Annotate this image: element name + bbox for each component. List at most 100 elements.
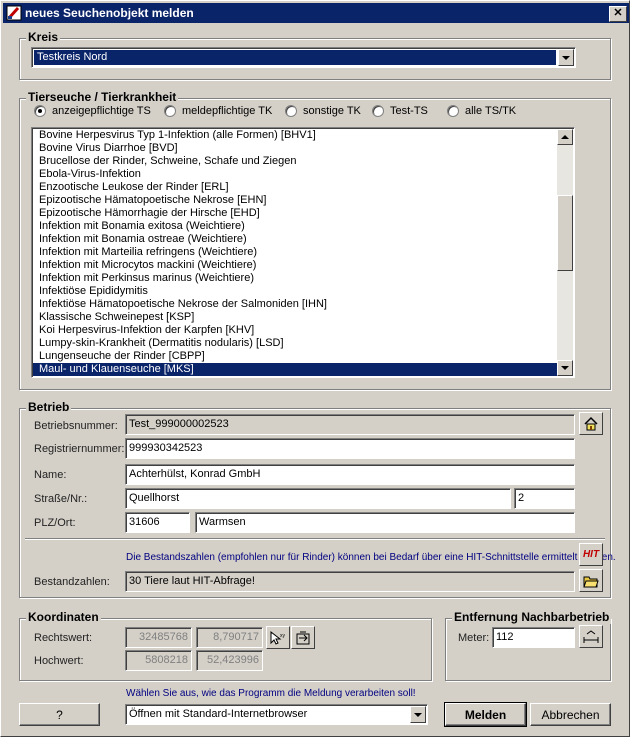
- list-item[interactable]: Infektiöse Epididymitis: [33, 285, 557, 298]
- list-item[interactable]: Maul- und Klauenseuche [MKS]: [33, 363, 557, 376]
- rechtswert-geo-field[interactable]: 8,790717: [196, 627, 263, 648]
- rechtswert-label: Rechtswert:: [34, 632, 93, 644]
- convert-coordinates-button[interactable]: [291, 626, 315, 649]
- app-icon: [6, 5, 22, 21]
- radio-button[interactable]: [372, 105, 384, 117]
- chevron-down-icon: [414, 712, 422, 717]
- radio-label: sonstige TK: [303, 105, 361, 117]
- list-item[interactable]: Infektiöse Hämatopoetische Nekrose der S…: [33, 298, 557, 311]
- meter-label: Meter:: [458, 632, 490, 644]
- measure-distance-button[interactable]: [579, 625, 603, 648]
- name-field[interactable]: Achterhülst, Konrad GmbH: [125, 464, 575, 485]
- radio-button[interactable]: [34, 105, 46, 117]
- abbrechen-button[interactable]: Abbrechen: [530, 703, 611, 726]
- open-folder-button[interactable]: [579, 569, 603, 592]
- house-icon: [584, 416, 598, 430]
- name-label: Name:: [34, 469, 67, 481]
- tierseuche-group-label: Tierseuche / Tierkrankheit: [26, 90, 179, 104]
- window-title: neues Seuchenobjekt melden: [25, 6, 194, 20]
- plzort-label: PLZ/Ort:: [34, 517, 76, 529]
- scroll-down-button[interactable]: [557, 360, 573, 376]
- radio-label: alle TS/TK: [465, 105, 517, 117]
- radio-button[interactable]: [164, 105, 176, 117]
- svg-text:xy: xy: [280, 633, 286, 639]
- title-bar: neues Seuchenobjekt melden ✕: [3, 3, 629, 23]
- strasse-field[interactable]: Quellhorst: [125, 488, 511, 509]
- radio-button[interactable]: [285, 105, 297, 117]
- list-item[interactable]: Brucellose der Rinder, Schweine, Schafe …: [33, 155, 557, 168]
- radio-label: Test-TS: [390, 105, 428, 117]
- disease-list-scrollbar[interactable]: [557, 129, 573, 376]
- close-button[interactable]: ✕: [609, 6, 627, 22]
- hausnummer-field[interactable]: 2: [514, 488, 575, 509]
- help-button[interactable]: ?: [19, 703, 100, 726]
- list-item[interactable]: Infektion mit Perkinsus marinus (Weichti…: [33, 272, 557, 285]
- processing-mode-value: Öffnen mit Standard-Internetbrowser: [129, 708, 308, 720]
- list-item[interactable]: Lungenseuche der Rinder [CBPP]: [33, 350, 557, 363]
- scroll-up-button[interactable]: [557, 129, 573, 145]
- list-item[interactable]: Infektion mit Bonamia exitosa (Weichtier…: [33, 220, 557, 233]
- melden-button[interactable]: Melden: [444, 702, 527, 727]
- radio-option[interactable]: sonstige TK: [285, 105, 361, 117]
- cursor-coordinates-icon: xy: [270, 630, 286, 645]
- hochwert-label: Hochwert:: [34, 655, 84, 667]
- list-item[interactable]: Koi Herpesvirus-Infektion der Karpfen [K…: [33, 324, 557, 337]
- betrieb-group-label: Betrieb: [26, 400, 72, 414]
- footer-hint: Wählen Sie aus, wie das Programm die Mel…: [126, 688, 416, 699]
- koordinaten-group-label: Koordinaten: [26, 610, 101, 624]
- radio-label: meldepflichtige TK: [182, 105, 273, 117]
- list-item[interactable]: Klassische Schweinepest [KSP]: [33, 311, 557, 324]
- arrow-up-icon: [561, 135, 569, 139]
- processing-mode-dropdown-button[interactable]: [410, 706, 426, 723]
- list-item[interactable]: Infektion mit Microcytos mackini (Weicht…: [33, 259, 557, 272]
- kreis-select[interactable]: Testkreis Nord: [31, 47, 576, 68]
- hochwert-geo-field[interactable]: 52,423996: [196, 650, 263, 671]
- list-item[interactable]: Infektion mit Marteilia refringens (Weic…: [33, 246, 557, 259]
- betriebsnummer-field[interactable]: Test_999000002523: [125, 414, 575, 435]
- dialog-window: neues Seuchenobjekt melden ✕ Kreis Testk…: [0, 0, 630, 737]
- ort-field[interactable]: Warmsen: [195, 512, 575, 533]
- list-item[interactable]: Bovine Herpesvirus Typ 1-Infektion (alle…: [33, 129, 557, 142]
- ruler-icon: [583, 629, 599, 643]
- list-item[interactable]: Epizootische Hämatopoetische Nekrose [EH…: [33, 194, 557, 207]
- kreis-select-value: Testkreis Nord: [34, 50, 556, 65]
- pick-coordinates-button[interactable]: xy: [266, 626, 290, 649]
- meter-field[interactable]: 112: [492, 627, 575, 648]
- list-item[interactable]: Enzootische Leukose der Rinder [ERL]: [33, 181, 557, 194]
- arrow-down-icon: [561, 366, 569, 370]
- list-item[interactable]: Lumpy-skin-Krankheit (Dermatitis nodular…: [33, 337, 557, 350]
- disease-listbox[interactable]: Bovine Herpesvirus Typ 1-Infektion (alle…: [31, 127, 575, 378]
- betrieb-divider: [25, 538, 605, 540]
- betriebsnummer-label: Betriebsnummer:: [34, 420, 118, 432]
- list-item[interactable]: Infektion mit Bonamia ostreae (Weichtier…: [33, 233, 557, 246]
- plz-field[interactable]: 31606: [125, 512, 190, 533]
- bestand-label: Bestandzahlen:: [34, 576, 110, 588]
- radio-label: anzeigepflichtige TS: [52, 105, 151, 117]
- radio-option[interactable]: alle TS/TK: [447, 105, 516, 117]
- kreis-group-label: Kreis: [26, 30, 61, 44]
- close-icon: ✕: [613, 7, 623, 19]
- betrieb-lookup-button[interactable]: [579, 412, 603, 435]
- radio-option[interactable]: meldepflichtige TK: [164, 105, 272, 117]
- hit-icon: HIT: [582, 549, 600, 560]
- radio-option[interactable]: Test-TS: [372, 105, 428, 117]
- registriernummer-label: Registriernummer:: [34, 443, 125, 455]
- radio-button[interactable]: [447, 105, 459, 117]
- bestand-hint: Die Bestandszahlen (empfohlen nur für Ri…: [126, 552, 616, 563]
- kreis-dropdown-button[interactable]: [558, 49, 574, 66]
- processing-mode-select[interactable]: Öffnen mit Standard-Internetbrowser: [125, 704, 428, 725]
- list-item[interactable]: Epizootische Hämorrhagie der Hirsche [EH…: [33, 207, 557, 220]
- bestand-field[interactable]: 30 Tiere laut HIT-Abfrage!: [125, 571, 575, 592]
- list-item[interactable]: Bovine Virus Diarrhoe [BVD]: [33, 142, 557, 155]
- hochwert-gk-field[interactable]: 5808218: [125, 650, 192, 671]
- entfernung-group-label: Entfernung Nachbarbetrieb: [452, 610, 612, 624]
- list-item[interactable]: Ebola-Virus-Infektion: [33, 168, 557, 181]
- registriernummer-field[interactable]: 999930342523: [125, 438, 575, 459]
- folder-icon: [583, 576, 599, 587]
- strasse-label: Straße/Nr.:: [34, 493, 88, 505]
- radio-option[interactable]: anzeigepflichtige TS: [34, 105, 151, 117]
- chevron-down-icon: [562, 55, 570, 60]
- hit-query-button[interactable]: HIT: [579, 543, 603, 566]
- rechtswert-gk-field[interactable]: 32485768: [125, 627, 192, 648]
- scroll-thumb[interactable]: [557, 195, 573, 271]
